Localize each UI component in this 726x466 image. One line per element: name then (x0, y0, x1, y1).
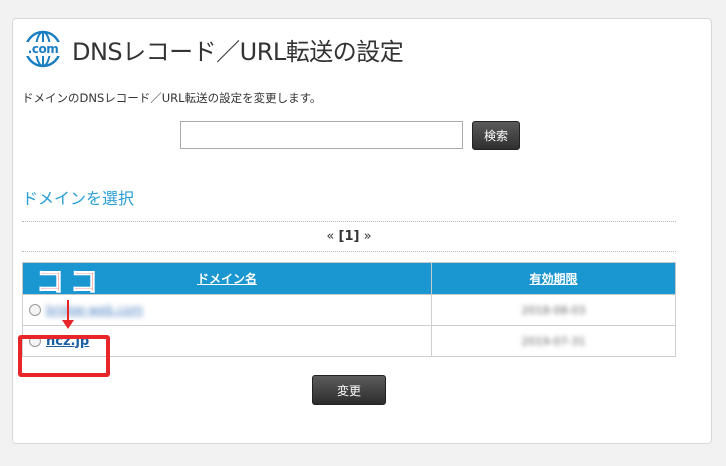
divider (22, 251, 676, 252)
divider (22, 221, 676, 222)
expiry-date: 2018-08-03 (521, 304, 586, 317)
domain-table: ドメイン名 有効期限 bridge-web.com 2018-08-03 hcz… (22, 262, 676, 357)
expiry-cell: 2018-08-03 (431, 294, 676, 326)
annotation-label: ココ (35, 265, 105, 298)
page-header: .com DNSレコード／URL転送の設定 (22, 30, 404, 68)
domain-radio[interactable] (29, 304, 41, 317)
section-title: ドメインを選択 (22, 189, 135, 208)
pagination-current: [1] (338, 229, 360, 244)
page-title: DNSレコード／URL転送の設定 (72, 37, 404, 66)
expiry-cell: 2019-07-31 (431, 325, 676, 357)
column-header-expiry[interactable]: 有効期限 (431, 262, 676, 295)
domain-cell: bridge-web.com (22, 294, 432, 326)
arrow-down-icon (62, 300, 74, 329)
expiry-date: 2019-07-31 (521, 335, 586, 348)
search-input[interactable] (180, 121, 463, 149)
table-row: hcz.jp 2019-07-31 (22, 325, 676, 357)
change-button[interactable]: 変更 (312, 375, 386, 405)
page-description: ドメインのDNSレコード／URL転送の設定を変更します。 (22, 91, 322, 105)
pagination: « [1] » (22, 229, 676, 244)
globe-icon: .com (22, 30, 64, 68)
table-row: bridge-web.com 2018-08-03 (22, 294, 676, 326)
pagination-next[interactable]: » (364, 229, 372, 244)
search-button[interactable]: 検索 (472, 121, 520, 150)
dotcom-label: .com (22, 42, 64, 56)
annotation-highlight-box (18, 335, 110, 377)
pagination-prev[interactable]: « (326, 229, 334, 244)
